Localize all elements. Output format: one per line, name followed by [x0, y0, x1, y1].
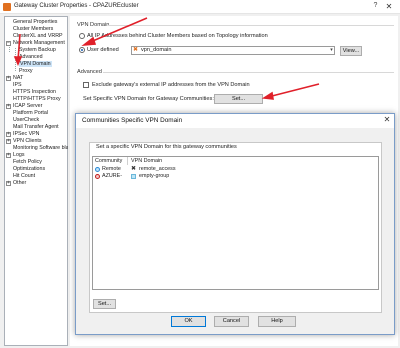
arrow-to-user-defined: [87, 17, 148, 44]
row-community: Remote: [102, 166, 121, 172]
arrow-to-set-button: [267, 83, 320, 98]
row-vpn-domain: empty-group: [139, 173, 170, 179]
remote-access-community-icon: [95, 167, 100, 172]
row-community: AZURE-: [102, 173, 123, 179]
star-community-icon: [95, 174, 100, 179]
column-separator: [127, 157, 128, 165]
ok-button[interactable]: OK: [171, 316, 206, 327]
help-button[interactable]: Help: [258, 316, 296, 327]
dialog-set-button[interactable]: Set...: [93, 299, 116, 309]
network-group-icon: ✖: [131, 166, 137, 172]
dialog-close-icon[interactable]: ✕: [383, 116, 391, 124]
row-vpn-domain: remote_access: [139, 166, 176, 172]
arrowhead: [261, 91, 274, 100]
arrowhead: [13, 56, 23, 67]
arrow-to-vpn-domain: [17, 33, 21, 61]
dialog-title: Communities Specific VPN Domain: [82, 117, 183, 124]
dialog-description: Set a specific VPN Domain for this gatew…: [96, 144, 237, 150]
column-header-community[interactable]: Community: [95, 158, 122, 164]
column-header-vpn-domain[interactable]: VPN Domain: [131, 158, 162, 164]
arrowhead: [81, 36, 97, 47]
cancel-button[interactable]: Cancel: [214, 316, 249, 327]
group-icon: [131, 174, 136, 179]
